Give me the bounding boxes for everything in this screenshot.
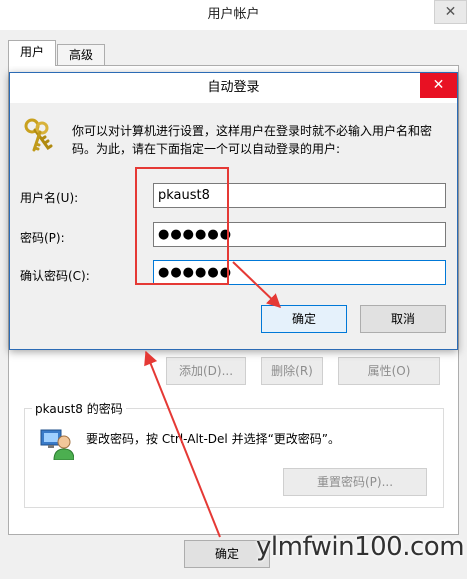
user-accounts-title: 用户帐户 [207,7,260,22]
auto-logon-title: 自动登录 [207,80,260,95]
password-group-title: pkaust8 的密码 [32,400,126,417]
add-user-button[interactable]: 添加(D)... [166,357,246,385]
delete-user-button[interactable]: 删除(R) [261,357,323,385]
site-watermark: ylmfwin100.com [256,532,465,562]
annotation-highlight-box [135,167,229,285]
auto-logon-description: 你可以对计算机进行设置，这样用户在登录时就不必输入用户名和密 码。为此，请在下面… [72,122,452,158]
tab-advanced[interactable]: 高级 [57,44,105,66]
back-window-close-icon[interactable]: ✕ [434,0,467,24]
keys-icon [22,118,54,154]
tab-users[interactable]: 用户 [8,40,56,66]
description-line-1: 你可以对计算机进行设置，这样用户在登录时就不必输入用户名和密 [72,124,433,138]
dialog-ok-button[interactable]: 确定 [261,305,347,333]
password-label: 密码(P): [20,231,65,245]
dialog-cancel-button[interactable]: 取消 [360,305,446,333]
change-password-user-icon [40,428,75,461]
dialog-close-icon[interactable]: ✕ [420,73,457,98]
change-password-instruction: 要改密码，按 Ctrl-Alt-Del 并选择“更改密码”。 [86,432,341,446]
description-line-2: 码。为此，请在下面指定一个可以自动登录的用户: [72,142,341,156]
reset-password-button[interactable]: 重置密码(P)... [283,468,427,496]
properties-button[interactable]: 属性(O) [338,357,440,385]
username-label: 用户名(U): [20,191,79,205]
confirm-password-label: 确认密码(C): [20,269,90,283]
